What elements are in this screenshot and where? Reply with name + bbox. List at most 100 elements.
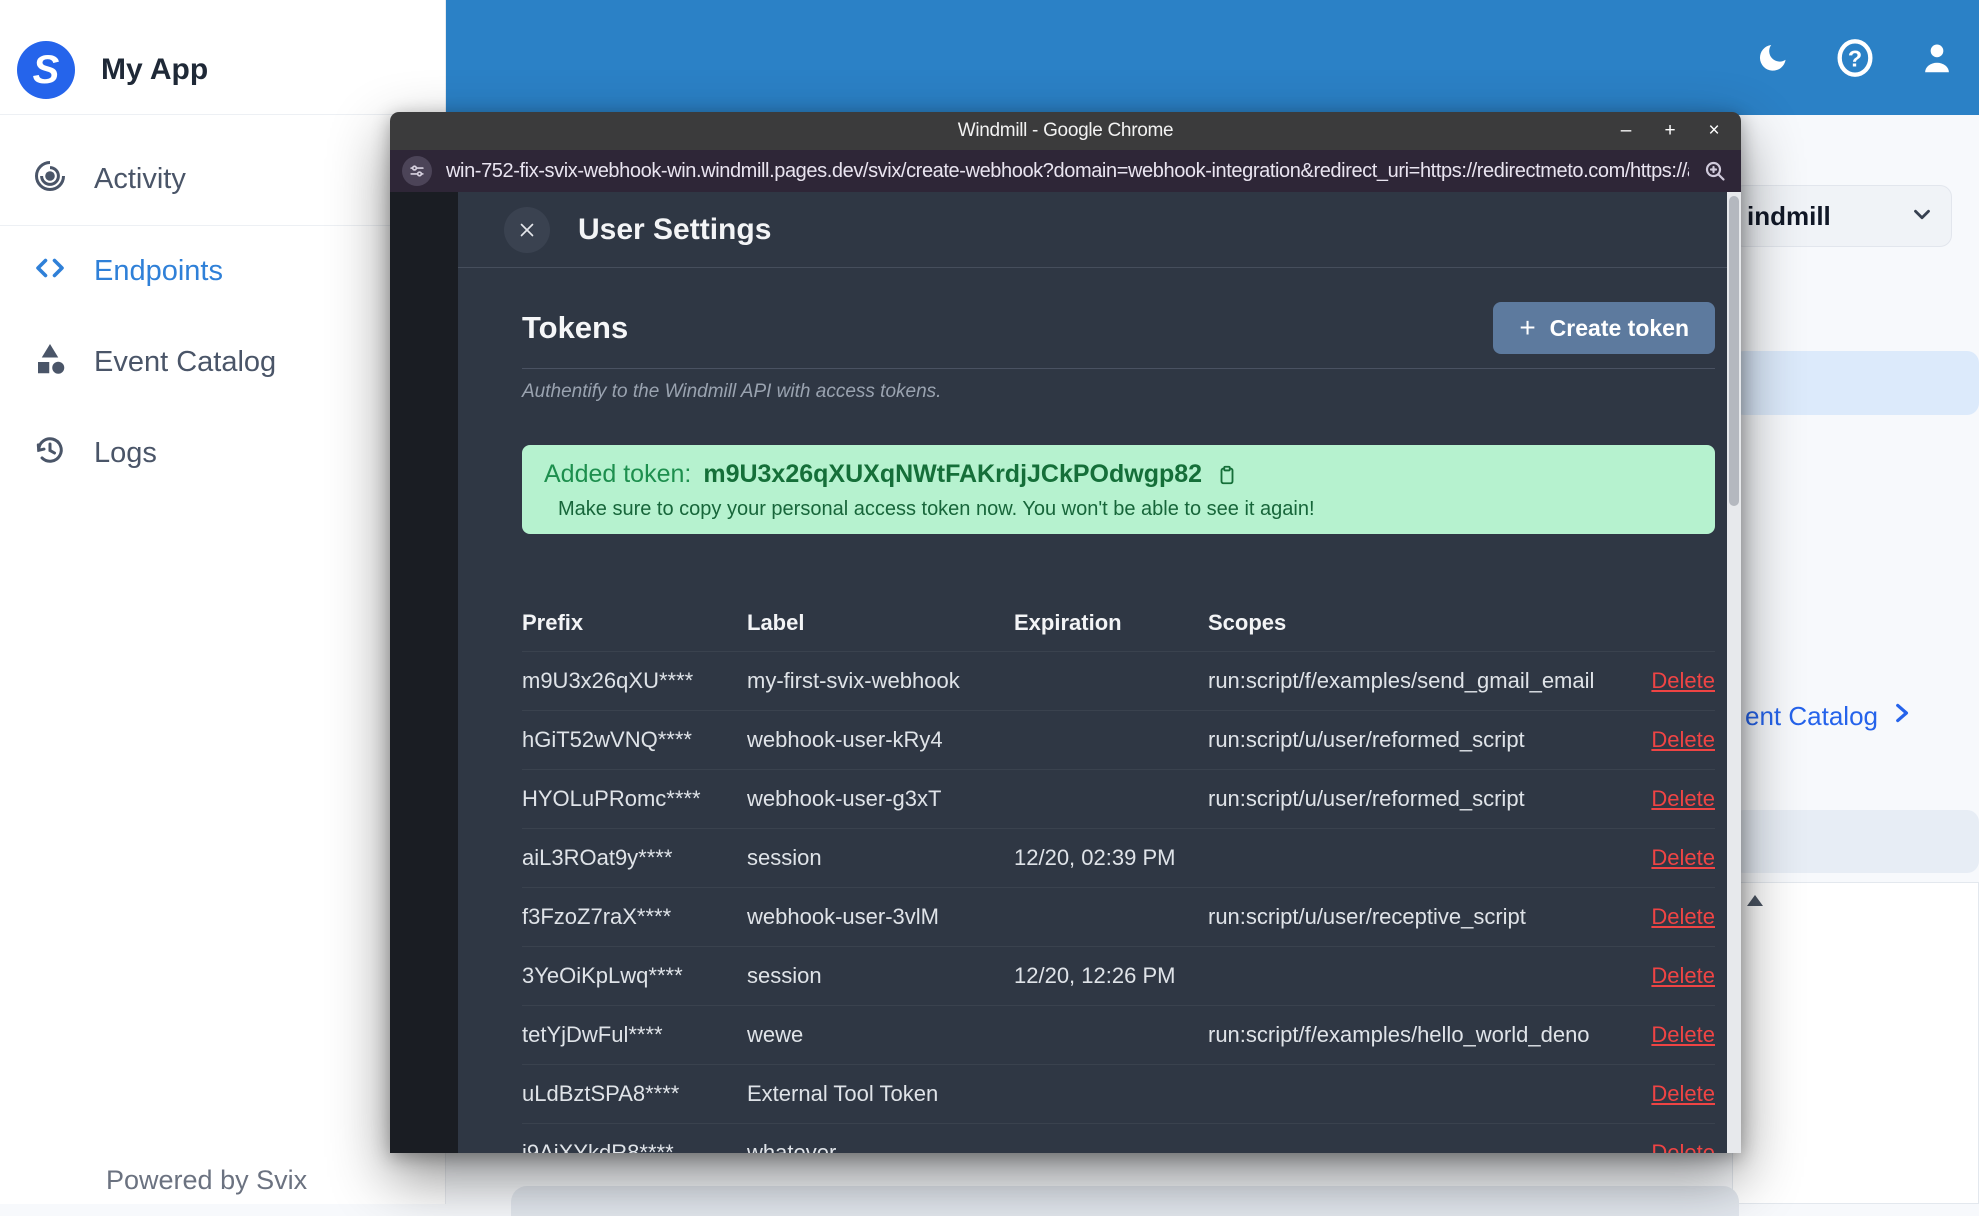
tokens-section-title: Tokens <box>522 310 629 345</box>
modal-title: User Settings <box>578 212 772 246</box>
token-label: wewe <box>747 1022 804 1047</box>
token-scopes: run:script/u/user/receptive_script <box>1208 904 1526 929</box>
sidebar-item-label: Endpoints <box>94 255 223 287</box>
create-token-label: Create token <box>1549 314 1689 341</box>
minimize-button[interactable]: – <box>1615 120 1637 142</box>
event-catalog-link-fragment[interactable]: ent Catalog <box>1745 700 1914 733</box>
token-copy-note: Make sure to copy your personal access t… <box>558 498 1315 520</box>
delete-token-link[interactable]: Delete <box>1651 1140 1715 1153</box>
token-prefix: hGiT52wVNQ**** <box>522 727 692 752</box>
table-row: 3YeOiKpLwq**** session 12/20, 12:26 PM D… <box>522 946 1715 1005</box>
dark-mode-moon-icon[interactable] <box>1753 38 1793 78</box>
user-settings-modal: User Settings Tokens + Create token Auth… <box>458 192 1727 1153</box>
address-input[interactable]: win-752-fix-svix-webhook-win.windmill.pa… <box>446 160 1689 183</box>
sidebar-item-event-catalog[interactable]: Event Catalog <box>0 317 445 408</box>
token-expiration: 12/20, 02:39 PM <box>1014 845 1176 870</box>
token-scopes: run:script/f/examples/send_gmail_email <box>1208 668 1595 693</box>
svix-logo-icon: S <box>17 41 75 99</box>
sidebar-item-label: Event Catalog <box>94 346 277 378</box>
table-row: HYOLuPRomc**** webhook-user-g3xT run:scr… <box>522 769 1715 828</box>
background-panel <box>1732 882 1979 1204</box>
delete-token-link[interactable]: Delete <box>1651 727 1715 752</box>
token-prefix: 3YeOiKpLwq**** <box>522 963 683 988</box>
create-token-button[interactable]: + Create token <box>1493 302 1715 354</box>
token-scopes: run:script/u/user/reformed_script <box>1208 786 1525 811</box>
delete-token-link[interactable]: Delete <box>1651 786 1715 811</box>
token-label: my-first-svix-webhook <box>747 668 960 693</box>
token-label: webhook-user-g3xT <box>747 786 942 811</box>
activity-target-icon <box>32 158 68 202</box>
token-prefix: aiL3ROat9y**** <box>522 845 673 870</box>
chrome-window: Windmill - Google Chrome – + × win-752-f… <box>390 112 1741 1153</box>
token-label: whatever <box>747 1140 837 1153</box>
scroll-up-arrow-icon[interactable] <box>1747 895 1763 906</box>
delete-token-link[interactable]: Delete <box>1651 963 1715 988</box>
token-prefix: HYOLuPRomc**** <box>522 786 701 811</box>
background-highlight-box <box>1732 810 1979 873</box>
close-window-button[interactable]: × <box>1703 120 1725 142</box>
token-label: webhook-user-kRy4 <box>747 727 943 752</box>
token-label: webhook-user-3vlM <box>747 904 939 929</box>
column-header-expiration: Expiration <box>1014 610 1122 635</box>
copy-clipboard-icon[interactable] <box>1216 464 1238 486</box>
delete-token-link[interactable]: Delete <box>1651 904 1715 929</box>
sidebar-item-endpoints[interactable]: Endpoints <box>0 226 445 317</box>
added-token-banner: Added token: m9U3x26qXUXqNWtFAKrdjJCkPOd… <box>522 445 1715 534</box>
shapes-icon <box>32 341 68 385</box>
app-name: My App <box>101 53 209 86</box>
tokens-table: Prefix Label Expiration Scopes m9U3x26qX… <box>522 595 1715 1153</box>
token-expiration: 12/20, 12:26 PM <box>1014 963 1176 988</box>
modal-scrollbar[interactable] <box>1727 192 1741 1153</box>
table-row: hGiT52wVNQ**** webhook-user-kRy4 run:scr… <box>522 710 1715 769</box>
tokens-section-subtitle: Authentify to the Windmill API with acce… <box>522 381 942 402</box>
column-header-scopes: Scopes <box>1208 610 1287 635</box>
site-settings-icon[interactable] <box>402 156 432 186</box>
workspace-name-fragment: indmill <box>1747 200 1831 231</box>
window-titlebar[interactable]: Windmill - Google Chrome – + × <box>390 112 1741 150</box>
top-header: ? <box>446 0 1979 115</box>
modal-body: Tokens + Create token Authentify to the … <box>458 268 1727 1153</box>
column-header-prefix: Prefix <box>522 610 584 635</box>
workspace-dropdown[interactable]: indmill <box>1732 185 1952 247</box>
history-clock-icon <box>32 432 68 476</box>
token-label: session <box>747 845 822 870</box>
close-modal-button[interactable] <box>504 206 550 253</box>
table-row: uLdBztSPA8**** External Tool Token Delet… <box>522 1064 1715 1123</box>
zoom-magnifier-icon[interactable] <box>1703 159 1727 183</box>
delete-token-link[interactable]: Delete <box>1651 1022 1715 1047</box>
column-header-label: Label <box>747 610 805 635</box>
token-prefix: i9AjXYkdR8**** <box>522 1140 674 1153</box>
modal-header: User Settings <box>458 192 1727 268</box>
event-catalog-link-label: ent Catalog <box>1745 701 1878 731</box>
table-row: i9AjXYkdR8**** whatever Delete <box>522 1123 1715 1153</box>
maximize-button[interactable]: + <box>1659 120 1681 142</box>
added-token-label: Added token: <box>544 460 692 488</box>
table-body: m9U3x26qXU**** my-first-svix-webhook run… <box>522 651 1715 1153</box>
token-scopes: run:script/f/examples/hello_world_deno <box>1208 1022 1590 1047</box>
background-card-edge <box>511 1186 1739 1216</box>
user-icon[interactable] <box>1917 38 1957 78</box>
browser-viewport: User Settings Tokens + Create token Auth… <box>390 192 1741 1153</box>
delete-token-link[interactable]: Delete <box>1651 1081 1715 1106</box>
help-icon[interactable]: ? <box>1835 38 1875 78</box>
token-prefix: m9U3x26qXU**** <box>522 668 694 693</box>
delete-token-link[interactable]: Delete <box>1651 845 1715 870</box>
token-prefix: uLdBztSPA8**** <box>522 1081 680 1106</box>
code-brackets-icon <box>32 250 68 294</box>
url-bar: win-752-fix-svix-webhook-win.windmill.pa… <box>390 150 1741 192</box>
table-row: f3FzoZ7raX**** webhook-user-3vlM run:scr… <box>522 887 1715 946</box>
token-label: External Tool Token <box>747 1081 939 1106</box>
scrollbar-thumb[interactable] <box>1729 196 1739 506</box>
token-label: session <box>747 963 822 988</box>
table-header-row: Prefix Label Expiration Scopes <box>522 595 1715 651</box>
sidebar-item-logs[interactable]: Logs <box>0 408 445 499</box>
powered-by-svix: Powered by Svix <box>106 1165 308 1195</box>
chevron-down-icon <box>1909 201 1935 232</box>
token-prefix: tetYjDwFul**** <box>522 1022 663 1047</box>
table-row: m9U3x26qXU**** my-first-svix-webhook run… <box>522 651 1715 710</box>
background-highlight-box <box>1732 351 1979 415</box>
app-brand[interactable]: S My App <box>0 0 445 114</box>
sidebar-item-activity[interactable]: Activity <box>0 134 445 225</box>
sidebar-item-label: Logs <box>94 437 157 469</box>
delete-token-link[interactable]: Delete <box>1651 668 1715 693</box>
